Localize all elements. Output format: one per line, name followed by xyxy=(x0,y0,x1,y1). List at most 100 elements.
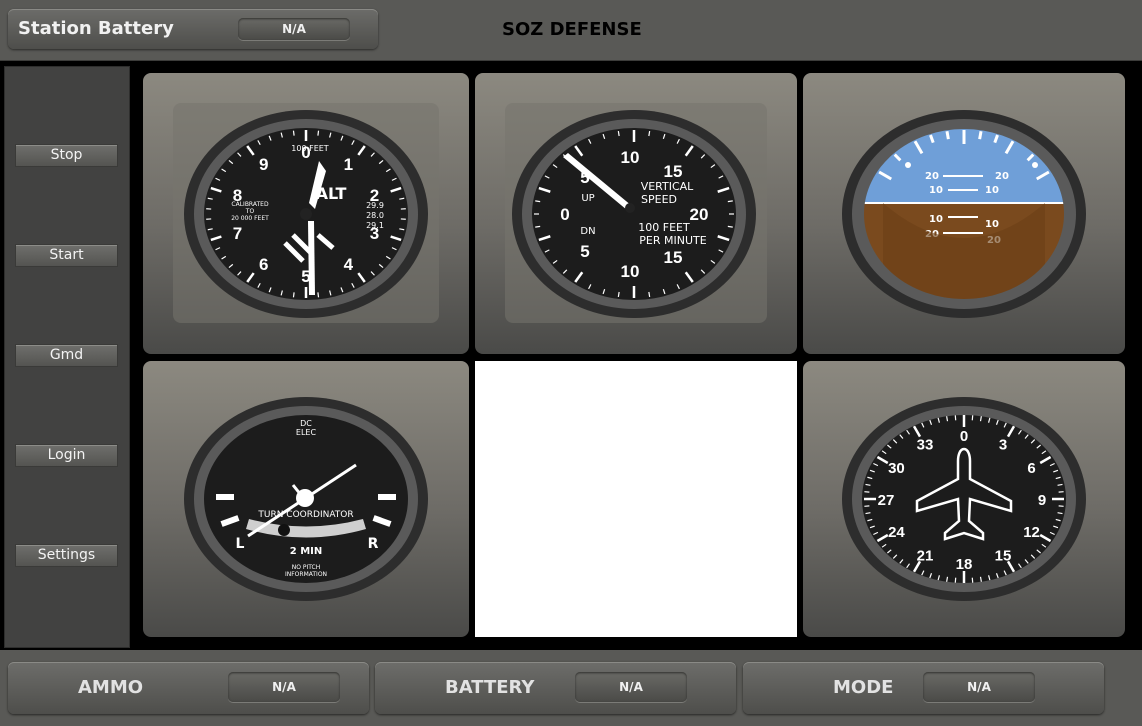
battery-card: BATTERY N/A xyxy=(375,662,736,714)
svg-text:10: 10 xyxy=(985,185,999,196)
station-battery-card: Station Battery N/A xyxy=(8,9,378,49)
vsi-unit-1: 100 FEET xyxy=(638,221,690,234)
dial-number: 7 xyxy=(233,224,242,243)
gauge-tick xyxy=(979,576,982,582)
heading-gauge: 0 3 69 12 15 18 21 24 27 30 33 xyxy=(842,397,1086,601)
vsi-title-2: SPEED xyxy=(641,193,677,206)
dial-number: 4 xyxy=(344,255,354,274)
dial-number: 15 xyxy=(995,547,1012,564)
turn-left: L xyxy=(236,536,245,552)
gmd-button[interactable]: Gmd xyxy=(15,344,118,367)
bank-tick xyxy=(978,131,983,140)
svg-text:20: 20 xyxy=(995,171,1009,182)
attitude-panel: 20 20 10 10 10 10 20 20 xyxy=(803,73,1125,354)
att-pitch-10-dn: 10 xyxy=(929,214,943,225)
vsi-up: UP xyxy=(581,193,594,204)
top-bar: Station Battery N/A SOZ DEFENSE xyxy=(0,0,1142,61)
dial-number: 30 xyxy=(888,460,905,477)
vsi-num-0: 0 xyxy=(560,205,569,224)
altimeter-gauge: 0123456789 100 FEET ALT CALIBRATED TO 20… xyxy=(173,103,439,323)
dial-number: 24 xyxy=(888,524,905,541)
altimeter-panel: 0123456789 100 FEET ALT CALIBRATED TO 20… xyxy=(143,73,469,354)
alt-pressure-2: 28.0 xyxy=(366,211,384,220)
vsi-title-1: VERTICAL xyxy=(641,180,694,193)
dial-number: 18 xyxy=(956,556,973,573)
dial-number: 3 xyxy=(999,437,1007,454)
vsi-num-15-dn: 15 xyxy=(664,248,683,267)
svg-text:10: 10 xyxy=(985,219,999,230)
gauge-tick xyxy=(865,512,871,515)
ammo-label: AMMO xyxy=(78,677,144,698)
mode-card: MODE N/A xyxy=(743,662,1104,714)
att-pitch-10-up: 10 xyxy=(929,185,943,196)
alt-cal-2: TO xyxy=(245,208,255,215)
turn-dc: DC xyxy=(300,419,312,428)
start-button[interactable]: Start xyxy=(15,244,118,267)
turn-right: R xyxy=(368,536,379,552)
bottom-bar: AMMO N/A BATTERY N/A MODE N/A xyxy=(0,650,1142,726)
dial-number: 33 xyxy=(917,437,934,454)
vsi-panel: 0 5 10 15 20 15 10 5 UP DN VERTICAL SPEE… xyxy=(475,73,797,354)
alt-unit: 100 FEET xyxy=(291,144,329,153)
gauge-tick xyxy=(535,225,541,228)
dial-number: 6 xyxy=(259,255,268,274)
turn-note-1: NO PITCH xyxy=(292,564,321,571)
attitude-gauge: 20 20 10 10 10 10 20 20 xyxy=(842,110,1086,318)
att-pitch-20-up: 20 xyxy=(925,171,939,182)
turn-coordinator-gauge: DC ELEC TURN COORDINATOR L R 2 MIN NO PI… xyxy=(184,397,428,601)
gauge-tick xyxy=(1057,512,1063,515)
dial-number: 21 xyxy=(917,547,934,564)
turn-note-2: INFORMATION xyxy=(285,571,327,578)
turn-title: TURN COORDINATOR xyxy=(257,510,353,520)
battery-label: BATTERY xyxy=(445,677,535,698)
gauge-tick xyxy=(946,416,949,422)
turn-min: 2 MIN xyxy=(290,546,322,557)
app-title: SOZ DEFENSE xyxy=(502,19,642,40)
empty-panel xyxy=(475,361,797,637)
mode-value: N/A xyxy=(923,672,1035,702)
settings-button[interactable]: Settings xyxy=(15,544,118,567)
gauge-tick xyxy=(979,416,982,422)
station-battery-label: Station Battery xyxy=(18,18,174,39)
gauge-tick xyxy=(727,200,733,203)
gauge-tick xyxy=(292,292,295,298)
gauge-tick xyxy=(617,291,620,298)
gauge-tick xyxy=(1057,483,1063,486)
gauge-tick xyxy=(727,225,733,228)
station-battery-value: N/A xyxy=(238,18,350,40)
login-button[interactable]: Login xyxy=(15,444,118,467)
stop-button[interactable]: Stop xyxy=(15,144,118,167)
vsi-num-10-up: 10 xyxy=(621,148,640,167)
dial-number: 0 xyxy=(960,428,968,445)
gauge-tick xyxy=(648,130,651,137)
vsi-num-20: 20 xyxy=(690,205,709,224)
vsi-num-15-up: 15 xyxy=(664,162,683,181)
ammo-card: AMMO N/A xyxy=(8,662,369,714)
vsi-unit-2: PER MINUTE xyxy=(639,234,706,247)
dial-number: 12 xyxy=(1023,524,1040,541)
alt-pressure-3: 29.1 xyxy=(366,221,384,230)
turn-elec: ELEC xyxy=(296,428,317,437)
turn-coordinator-panel: DC ELEC TURN COORDINATOR L R 2 MIN NO PI… xyxy=(143,361,469,637)
ammo-value: N/A xyxy=(228,672,340,702)
mode-label: MODE xyxy=(833,677,894,698)
gauge-tick xyxy=(317,130,320,136)
gauge-tick xyxy=(946,576,949,582)
dial-number: 9 xyxy=(259,155,268,174)
dial-number: 27 xyxy=(878,492,895,509)
gauge-tick xyxy=(292,130,295,136)
bank-tick xyxy=(945,131,950,140)
gauge-tick xyxy=(317,292,320,298)
alt-cal-1: CALIBRATED xyxy=(231,201,269,208)
gauge-tick xyxy=(648,291,651,298)
dial-number: 1 xyxy=(344,155,353,174)
alt-cal-3: 20 000 FEET xyxy=(231,215,269,222)
gauge-tick xyxy=(535,200,541,203)
gauge-tick xyxy=(617,130,620,137)
sidebar: Stop Start Gmd Login Settings xyxy=(4,66,130,648)
dial-number: 6 xyxy=(1027,460,1035,477)
heading-panel: 0 3 6 9 12 15 18 21 24 27 30 33 xyxy=(803,361,1125,637)
vsi-num-5-dn: 5 xyxy=(580,242,589,261)
vsi-num-10-dn: 10 xyxy=(621,262,640,281)
gauge-tick xyxy=(865,483,871,486)
